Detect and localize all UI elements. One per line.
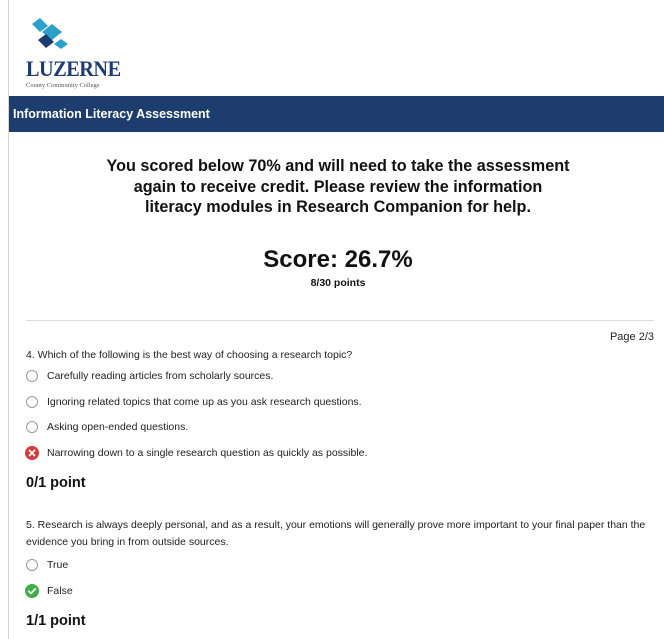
question-4-score: 0/1 point bbox=[26, 475, 86, 491]
logo-subtitle: County Community College bbox=[26, 82, 100, 89]
assessment-results-page: LUZERNE County Community College Informa… bbox=[0, 0, 664, 639]
radio-empty-icon[interactable] bbox=[26, 559, 38, 571]
score-points: 8/30 points bbox=[310, 277, 366, 289]
question-4-option-1[interactable]: Carefully reading articles from scholarl… bbox=[26, 368, 273, 384]
result-message: You scored below 70% and will need to ta… bbox=[106, 157, 570, 216]
question-5-option-2[interactable]: False bbox=[25, 583, 73, 599]
option-label: False bbox=[47, 585, 73, 597]
logo-wordmark: LUZERNE bbox=[26, 56, 121, 81]
option-label: Carefully reading articles from scholarl… bbox=[47, 370, 274, 382]
radio-empty-icon[interactable] bbox=[26, 370, 38, 382]
question-5-text: 5. Research is always deeply personal, a… bbox=[26, 519, 646, 548]
section-divider bbox=[26, 320, 654, 321]
page-indicator: Page 2/3 bbox=[609, 331, 654, 343]
question-4-option-2[interactable]: Ignoring related topics that come up as … bbox=[26, 394, 362, 410]
assessment-title-bar: Information Literacy Assessment bbox=[9, 96, 664, 132]
radio-empty-icon[interactable] bbox=[26, 396, 38, 408]
question-4-option-4[interactable]: Narrowing down to a single research ques… bbox=[25, 445, 368, 461]
question-4-option-3[interactable]: Asking open-ended questions. bbox=[26, 419, 188, 435]
option-label: Ignoring related topics that come up as … bbox=[47, 396, 362, 408]
logo-diamond-icon bbox=[32, 18, 68, 49]
college-logo: LUZERNE County Community College bbox=[26, 18, 126, 90]
check-circle-icon bbox=[25, 584, 39, 598]
question-5-option-1[interactable]: True bbox=[26, 557, 68, 573]
assessment-title: Information Literacy Assessment bbox=[13, 107, 210, 121]
option-label: Asking open-ended questions. bbox=[47, 421, 189, 433]
score-percent: Score: 26.7% bbox=[263, 246, 413, 273]
radio-empty-icon[interactable] bbox=[26, 421, 38, 433]
question-5-score: 1/1 point bbox=[26, 613, 86, 629]
question-4-text: 4. Which of the following is the best wa… bbox=[26, 349, 353, 361]
x-circle-icon bbox=[25, 446, 39, 460]
option-label: True bbox=[47, 559, 69, 571]
option-label: Narrowing down to a single research ques… bbox=[47, 447, 368, 459]
